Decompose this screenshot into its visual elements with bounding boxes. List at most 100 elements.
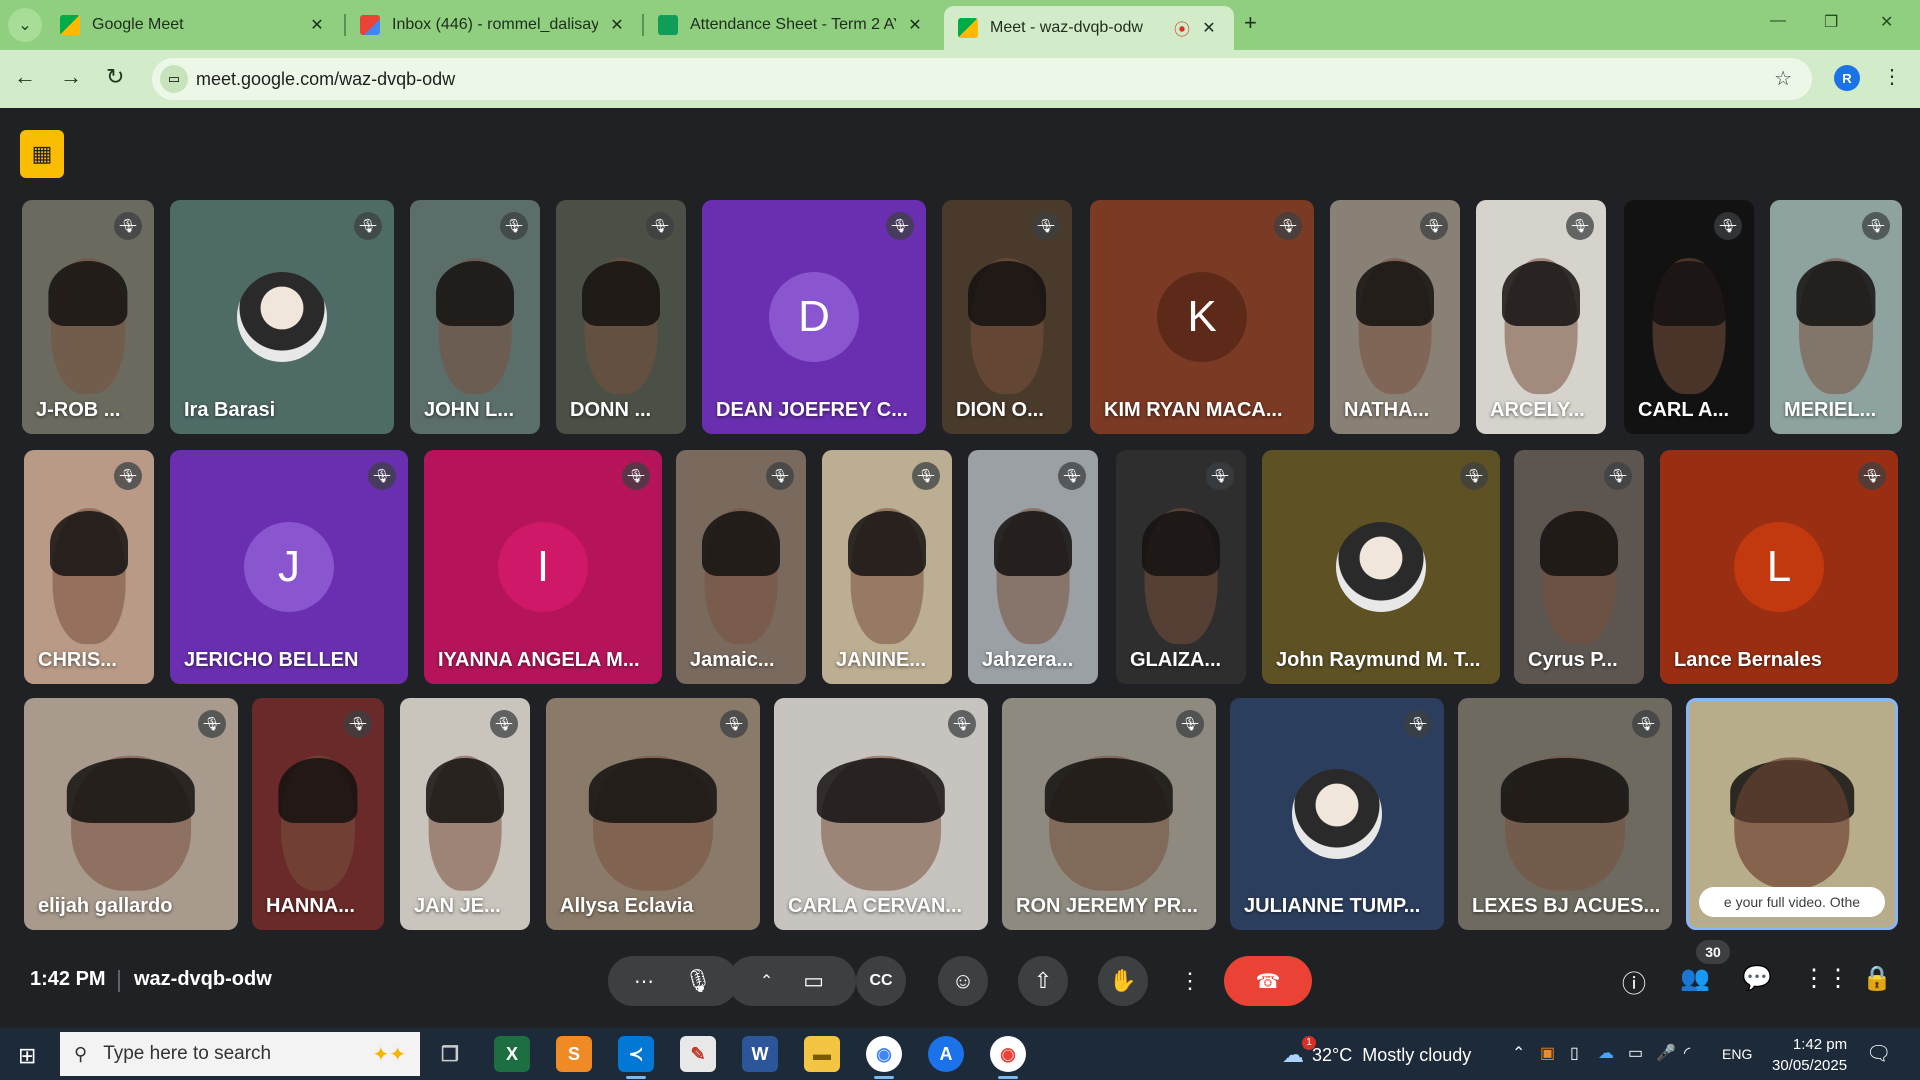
tab-attendance-sheet[interactable]: Attendance Sheet - Term 2 AY 2 ✕ [644,6,940,44]
weather-widget[interactable]: ☁ 1 32°C Mostly cloudy [1282,1036,1471,1068]
hang-up-icon: ☎ [1255,970,1281,993]
captions-button[interactable]: CC [856,956,906,1006]
muted-microphone-icon: 🎙 [1632,710,1660,738]
emoji-reactions-button[interactable]: ☺ [938,956,988,1006]
participant-tile[interactable]: 🎙 ARCELY... [1476,200,1606,434]
leave-call-button[interactable]: ☎ [1224,956,1312,1006]
windows-start-icon[interactable]: ⊞ [18,1043,36,1069]
participant-tile[interactable]: 🎙 Cyrus P... [1514,450,1644,684]
participant-tile[interactable]: 🎙 JANINE... [822,450,952,684]
muted-microphone-icon: 🎙 [1858,462,1886,490]
participant-tile[interactable]: J 🎙 JERICHO BELLEN [170,450,408,684]
taskbar-search[interactable]: ⚲ Type here to search ✦✦ [60,1032,420,1076]
participant-tile[interactable]: 🎙 GLAIZA... [1116,450,1246,684]
participant-tile[interactable]: 🎙 RON JEREMY PR... [1002,698,1216,930]
paint-icon[interactable]: ✎ [680,1036,716,1072]
tab-search-dropdown-icon[interactable]: ⌄ [8,8,42,42]
bookmark-star-icon[interactable]: ☆ [1774,66,1792,91]
site-info-icon[interactable]: ▭ [160,65,188,93]
participant-tile[interactable]: 🎙 DION O... [942,200,1072,434]
video-options-chevron-icon[interactable]: ⌃ [760,971,773,991]
camera-off-badge-icon[interactable]: ▦ [20,130,64,178]
participant-tile[interactable]: L 🎙 Lance Bernales [1660,450,1898,684]
participant-tile[interactable]: 🎙 Jamaic... [676,450,806,684]
taskbar-clock[interactable]: 1:42 pm 30/05/2025 [1772,1034,1847,1076]
participant-tile[interactable]: 🎙 LEXES BJ ACUES... [1458,698,1672,930]
raise-hand-button[interactable]: ✋ [1098,956,1148,1006]
forward-arrow-icon[interactable]: → [60,64,82,90]
app-store-icon[interactable]: A [928,1036,964,1072]
muted-microphone-icon: 🎙 [720,710,748,738]
participant-tile[interactable]: 🎙 NATHA... [1330,200,1460,434]
vscode-icon[interactable]: ≺ [618,1036,654,1072]
running-indicator [998,1076,1018,1079]
participant-tile[interactable]: 🎙 CARLA CERVAN... [774,698,988,930]
sublime-text-icon[interactable]: S [556,1036,592,1072]
close-window-icon[interactable]: ✕ [1880,12,1893,32]
participant-tile[interactable]: 🎙 JAN JE... [400,698,530,930]
participant-tile[interactable]: 🎙 J-ROB ... [22,200,154,434]
participant-tile[interactable]: 🎙 elijah gallardo [24,698,238,930]
participant-tile[interactable]: K 🎙 KIM RYAN MACA... [1090,200,1314,434]
tab-title: Inbox (446) - rommel_dalisay@ [392,16,598,33]
participant-tile[interactable]: 🎙 HANNA... [252,698,384,930]
participant-tile[interactable]: 🎙 CARL A... [1624,200,1754,434]
participant-tile[interactable]: 🎙 Jahzera... [968,450,1098,684]
participant-tile[interactable]: 🎙 Allysa Eclavia [546,698,760,930]
participant-tile[interactable]: 🎙 DONN ... [556,200,686,434]
participant-tile[interactable]: I 🎙 IYANNA ANGELA M... [424,450,662,684]
meeting-details-icon[interactable]: ⓘ [1622,964,1646,999]
participant-tile[interactable]: 🎙 JULIANNE TUMP... [1230,698,1444,930]
participant-tile[interactable]: 🎙 CHRIS... [24,450,154,684]
tray-device-icon[interactable]: ▯ [1570,1043,1579,1063]
notifications-icon[interactable]: 🗨 [1866,1041,1891,1066]
onedrive-icon[interactable]: ☁ [1598,1043,1614,1063]
participant-tile[interactable]: D 🎙 DEAN JOEFREY C... [702,200,926,434]
chrome-profile-icon[interactable]: ◉ [990,1036,1026,1072]
file-explorer-icon[interactable]: ▬ [804,1036,840,1072]
close-tab-icon[interactable]: ✕ [306,15,328,35]
minimize-icon[interactable]: — [1770,12,1786,30]
chat-icon[interactable]: 💬 [1742,964,1772,993]
new-tab-icon[interactable]: + [1244,10,1257,36]
host-controls-icon[interactable]: 🔒 [1862,964,1892,993]
tab-gmail-inbox[interactable]: Inbox (446) - rommel_dalisay@ ✕ [346,6,642,44]
participant-tile[interactable]: 🎙 John Raymund M. T... [1262,450,1500,684]
url-text[interactable]: meet.google.com/waz-dvqb-odw [196,69,455,90]
video-feed-hair [278,758,358,824]
close-tab-icon[interactable]: ✕ [1198,18,1220,38]
chrome-icon[interactable]: ◉ [866,1036,902,1072]
tab-meet-active[interactable]: Meet - waz-dvqb-odw ⦿ ✕ [944,6,1234,50]
people-icon[interactable]: 👥 [1680,964,1710,993]
restore-icon[interactable]: ❐ [1824,12,1838,32]
address-bar[interactable]: ▭ meet.google.com/waz-dvqb-odw ☆ [152,58,1812,100]
chrome-menu-icon[interactable]: ⋮ [1882,64,1902,89]
self-view-banner[interactable]: e your full video. Othe [1699,887,1885,917]
participant-tile[interactable]: 🎙 MERIEL... [1770,200,1902,434]
close-tab-icon[interactable]: ✕ [606,15,628,35]
excel-icon[interactable]: X [494,1036,530,1072]
task-view-icon[interactable]: ❒ [432,1036,468,1072]
self-view-tile[interactable]: e your full video. Othe [1686,698,1898,930]
battery-icon[interactable]: ▭ [1628,1043,1643,1063]
close-tab-icon[interactable]: ✕ [904,15,926,35]
audio-settings-more-icon[interactable]: ⋯ [634,969,654,994]
back-arrow-icon[interactable]: ← [14,64,36,90]
tab-google-meet[interactable]: Google Meet ✕ [46,6,342,44]
participant-tile[interactable]: 🎙 Ira Barasi [170,200,394,434]
profile-avatar[interactable]: R [1834,65,1860,91]
camera-icon[interactable]: ▭ [803,968,824,994]
muted-microphone-icon: 🎙 [198,710,226,738]
reload-icon[interactable]: ↻ [106,64,124,90]
tray-app-icon[interactable]: ▣ [1540,1043,1555,1063]
microphone-tray-icon[interactable]: 🎤 [1656,1043,1676,1063]
wifi-icon[interactable]: ◜ [1684,1043,1690,1063]
word-icon[interactable]: W [742,1036,778,1072]
microphone-icon[interactable]: 🎙 [684,968,712,994]
participant-tile[interactable]: 🎙 JOHN L... [410,200,540,434]
present-screen-button[interactable]: ⇧ [1018,956,1068,1006]
more-options-button[interactable]: ⋮ [1178,956,1202,1006]
show-hidden-icons-icon[interactable]: ⌃ [1512,1043,1525,1063]
activities-icon[interactable]: ⋮⋮ [1802,964,1850,993]
language-indicator[interactable]: ENG [1722,1046,1752,1062]
